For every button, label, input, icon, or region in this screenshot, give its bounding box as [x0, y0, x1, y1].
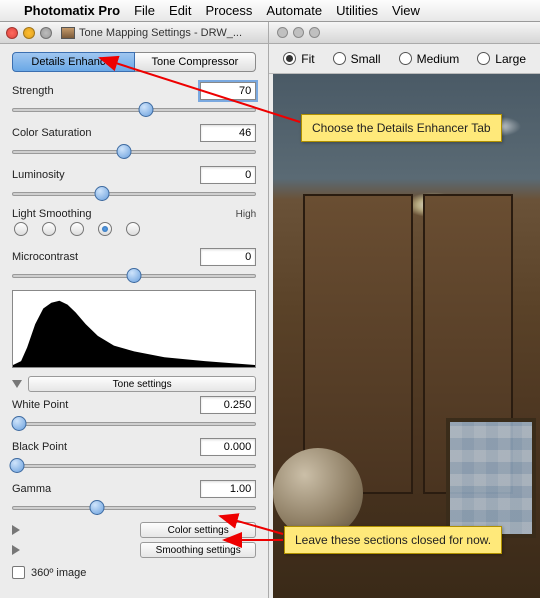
window-doc-icon — [61, 27, 75, 39]
tab-details-enhancer[interactable]: Details Enhancer — [12, 52, 135, 72]
checkbox-360-label: 360º image — [31, 567, 86, 579]
tab-segmented-control: Details Enhancer Tone Compressor — [12, 52, 256, 72]
white-point-input[interactable] — [200, 396, 256, 414]
menu-utilities[interactable]: Utilities — [336, 3, 378, 18]
strength-input[interactable] — [200, 82, 256, 100]
menu-file[interactable]: File — [134, 3, 155, 18]
menu-edit[interactable]: Edit — [169, 3, 191, 18]
menu-view[interactable]: View — [392, 3, 420, 18]
light-smoothing-label: Light Smoothing — [12, 208, 92, 220]
callout-sections: Leave these sections closed for now. — [284, 526, 502, 554]
luminosity-label: Luminosity — [12, 169, 65, 181]
gamma-label: Gamma — [12, 483, 51, 495]
window-titlebar[interactable]: Tone Mapping Settings - DRW_... — [0, 22, 268, 44]
workspace: Tone Mapping Settings - DRW_... Details … — [0, 22, 540, 598]
control-strength: Strength — [12, 82, 256, 118]
control-microcontrast: Microcontrast — [12, 248, 256, 284]
zoom-small[interactable]: Small — [333, 52, 381, 66]
checkbox-360-row: 360º image — [12, 566, 256, 579]
window-minimize-button[interactable] — [23, 27, 35, 39]
disclosure-tone-icon[interactable] — [12, 380, 22, 388]
section-smoothing-settings-row: Smoothing settings — [12, 542, 256, 558]
preview-zoom-button[interactable] — [309, 27, 320, 38]
disclosure-color-icon[interactable] — [12, 525, 134, 535]
checkbox-360[interactable] — [12, 566, 25, 579]
microcontrast-slider[interactable] — [12, 268, 256, 284]
light-smoothing-radio-0[interactable] — [14, 222, 28, 236]
light-smoothing-radio-3[interactable] — [98, 222, 112, 236]
white-point-label: White Point — [12, 399, 68, 411]
light-smoothing-radio-4[interactable] — [126, 222, 140, 236]
preview-titlebar[interactable] — [269, 22, 540, 44]
settings-window: Tone Mapping Settings - DRW_... Details … — [0, 22, 269, 598]
section-tone-settings-row: Tone settings — [12, 376, 256, 392]
light-smoothing-radio-2[interactable] — [70, 222, 84, 236]
color-saturation-slider[interactable] — [12, 144, 256, 160]
control-black-point: Black Point — [12, 438, 256, 474]
callout-tab: Choose the Details Enhancer Tab — [301, 114, 502, 142]
control-gamma: Gamma — [12, 480, 256, 516]
strength-slider[interactable] — [12, 102, 256, 118]
menu-process[interactable]: Process — [205, 3, 252, 18]
black-point-label: Black Point — [12, 441, 67, 453]
zoom-large[interactable]: Large — [477, 52, 526, 66]
preview-minimize-button[interactable] — [293, 27, 304, 38]
white-point-slider[interactable] — [12, 416, 256, 432]
light-smoothing-radio-1[interactable] — [42, 222, 56, 236]
window-close-button[interactable] — [6, 27, 18, 39]
section-color-settings-row: Color settings — [12, 522, 256, 538]
strength-label: Strength — [12, 85, 54, 97]
light-smoothing-radios — [12, 220, 256, 242]
luminosity-input[interactable] — [200, 166, 256, 184]
menu-automate[interactable]: Automate — [266, 3, 322, 18]
section-color-settings[interactable]: Color settings — [140, 522, 256, 538]
window-title: Tone Mapping Settings - DRW_... — [79, 27, 262, 39]
microcontrast-label: Microcontrast — [12, 251, 78, 263]
tab-tone-compressor[interactable]: Tone Compressor — [135, 52, 257, 72]
histogram — [12, 290, 256, 368]
preview-area — [269, 74, 540, 598]
preview-window: Fit Small Medium Large — [269, 22, 540, 598]
window-zoom-button[interactable] — [40, 27, 52, 39]
zoom-fit[interactable]: Fit — [283, 52, 314, 66]
control-luminosity: Luminosity — [12, 166, 256, 202]
app-name[interactable]: Photomatix Pro — [24, 3, 120, 18]
color-saturation-label: Color Saturation — [12, 127, 92, 139]
zoom-medium[interactable]: Medium — [399, 52, 460, 66]
control-light-smoothing: Light Smoothing High — [12, 208, 256, 242]
black-point-slider[interactable] — [12, 458, 256, 474]
disclosure-smoothing-icon[interactable] — [12, 545, 134, 555]
gamma-slider[interactable] — [12, 500, 256, 516]
microcontrast-input[interactable] — [200, 248, 256, 266]
section-tone-settings[interactable]: Tone settings — [28, 376, 256, 392]
luminosity-slider[interactable] — [12, 186, 256, 202]
color-saturation-input[interactable] — [200, 124, 256, 142]
section-smoothing-settings[interactable]: Smoothing settings — [140, 542, 256, 558]
control-color-saturation: Color Saturation — [12, 124, 256, 160]
light-smoothing-high: High — [236, 209, 257, 220]
preview-close-button[interactable] — [277, 27, 288, 38]
gamma-input[interactable] — [200, 480, 256, 498]
preview-image — [273, 74, 540, 598]
zoom-toolbar: Fit Small Medium Large — [269, 44, 540, 74]
black-point-input[interactable] — [200, 438, 256, 456]
panel-body: Details Enhancer Tone Compressor Strengt… — [0, 44, 268, 598]
control-white-point: White Point — [12, 396, 256, 432]
menubar: Photomatix Pro File Edit Process Automat… — [0, 0, 540, 22]
